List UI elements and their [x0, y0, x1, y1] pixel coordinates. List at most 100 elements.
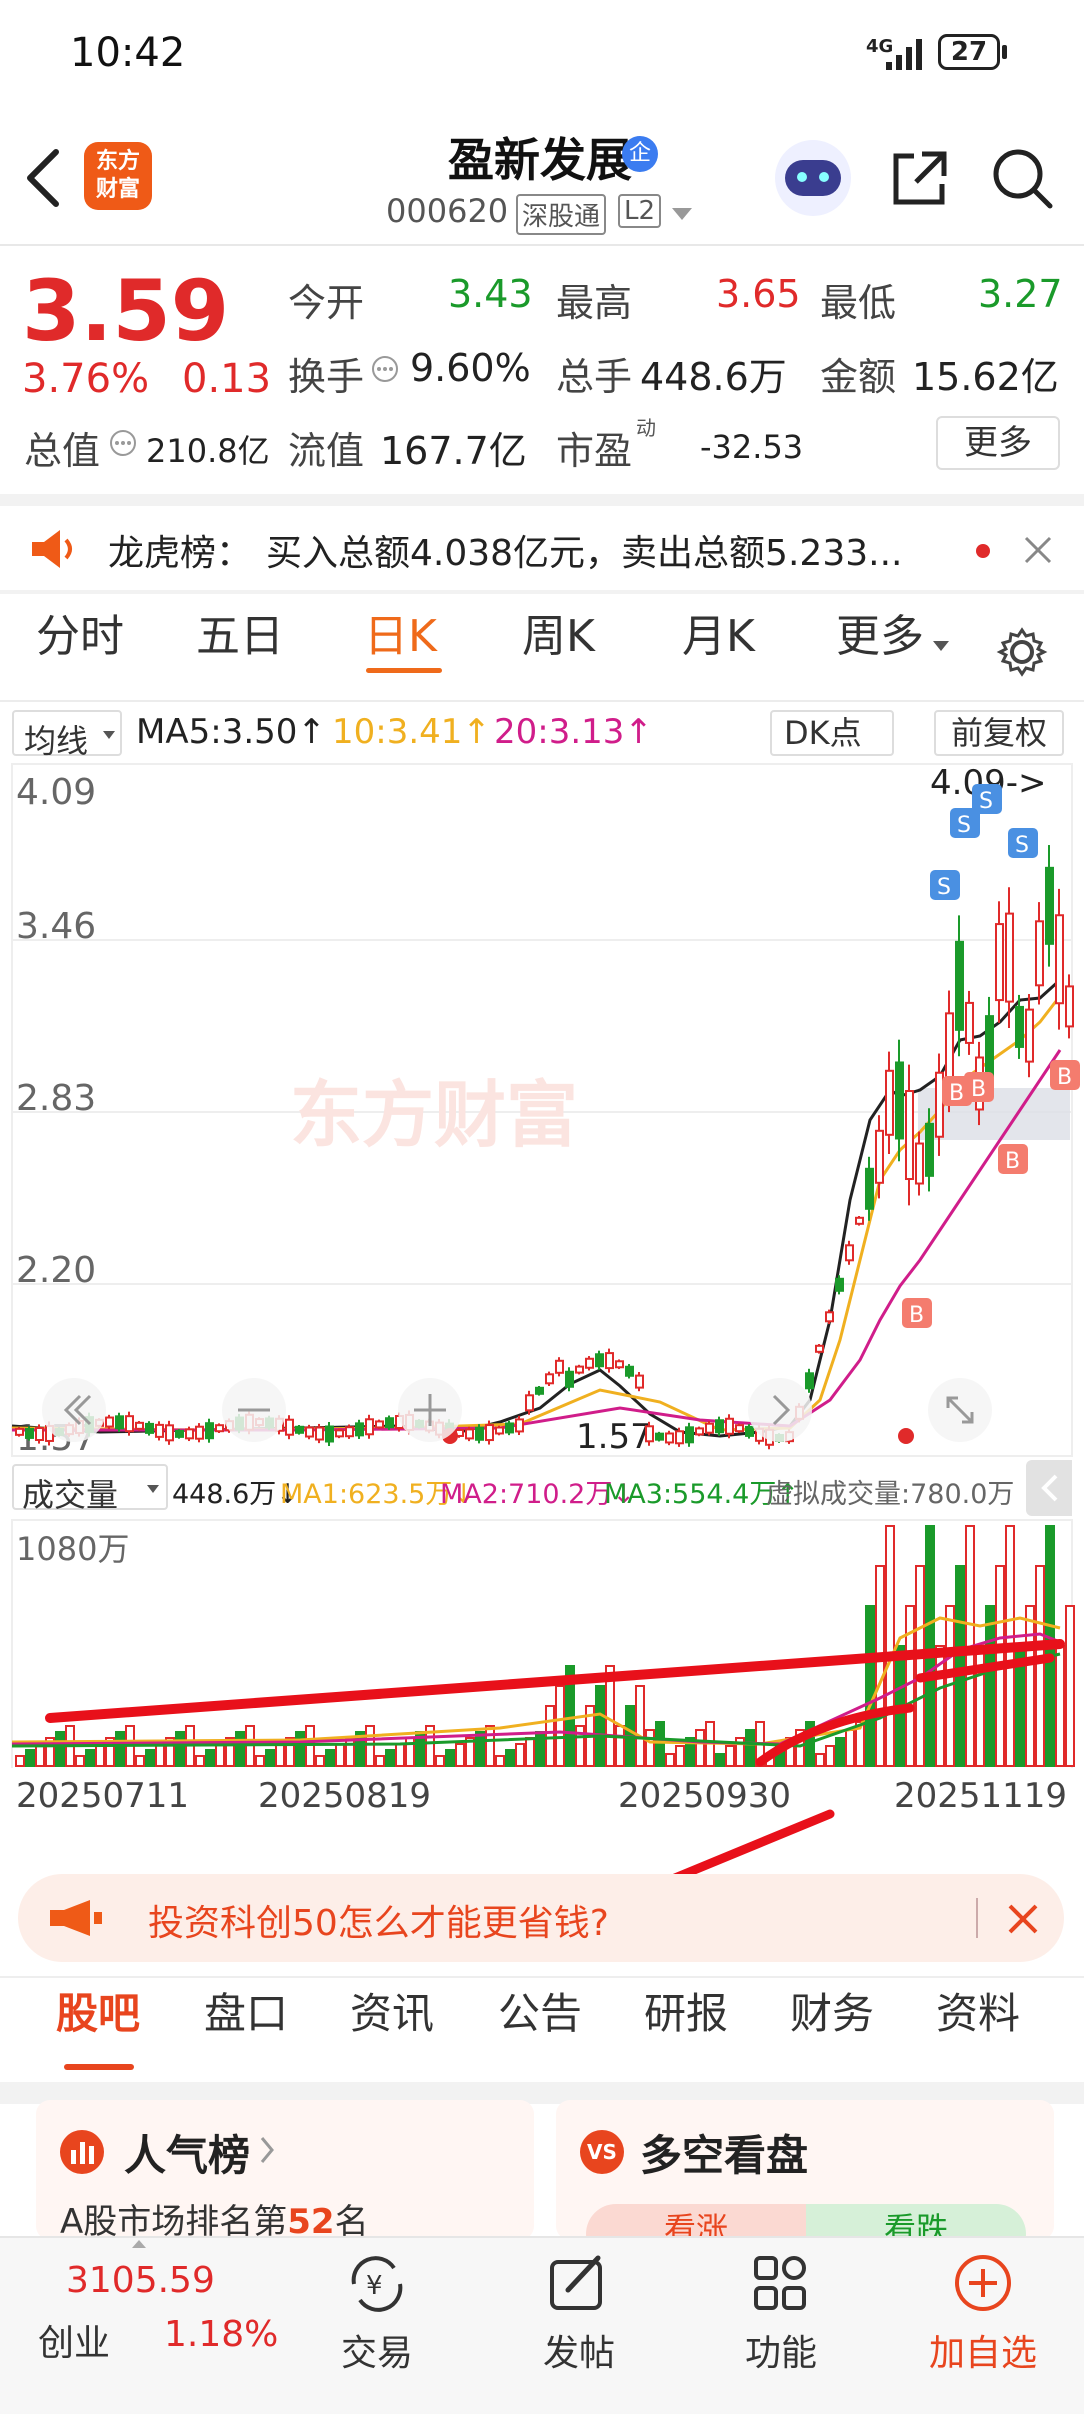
date-axis: 20250711 20250819 20250930 20251119 [0, 1770, 1084, 1840]
volume-bar [455, 1743, 465, 1767]
zoom-in-button[interactable] [398, 1378, 462, 1442]
close-icon[interactable] [1006, 1902, 1040, 1936]
price-tick: 2.83 [16, 1078, 96, 1119]
tab-research[interactable]: 研报 [644, 1980, 728, 2041]
candle-body [485, 1424, 494, 1442]
volume-bar [385, 1749, 395, 1767]
popularity-card[interactable]: 人气榜 A股市场排名第52名 [36, 2100, 534, 2242]
settings-gear-icon[interactable] [996, 626, 1048, 678]
candle-body [935, 1071, 944, 1138]
volume-bar [675, 1745, 685, 1767]
battery-level: 27 [950, 37, 988, 67]
tab-weekly-k[interactable]: 周K [522, 600, 595, 664]
dragon-tiger-notice[interactable]: 龙虎榜： 买入总额4.038亿元，卖出总额5.233... [0, 506, 1084, 590]
tab-forum[interactable]: 股吧 [56, 1980, 140, 2041]
index-value[interactable]: 3105.59 [66, 2260, 215, 2301]
level-tag: L2 [618, 194, 662, 228]
long-short-card[interactable]: VS 多空看盘 看涨 看跌 [556, 2100, 1054, 2240]
candle-body [705, 1422, 714, 1434]
ad-divider [976, 1898, 978, 1938]
logo-text-bottom: 财富 [95, 177, 140, 202]
volume-bar [205, 1749, 215, 1767]
bullish-button[interactable]: 看涨 [586, 2204, 806, 2240]
volume-bar [875, 1565, 885, 1767]
back-icon[interactable] [22, 146, 62, 210]
amount-value: 15.62亿 [912, 355, 1059, 399]
current-price: 3.59 [22, 262, 230, 360]
tabs-divider [0, 700, 1084, 702]
candle-body [155, 1423, 164, 1438]
candle-body [555, 1359, 564, 1374]
close-icon[interactable] [1022, 534, 1054, 566]
dk-point-button[interactable]: DK点 [770, 710, 894, 756]
zoom-out-button[interactable] [222, 1378, 286, 1442]
volume-value: 448.6万 [640, 355, 787, 399]
info-icon[interactable] [370, 354, 400, 384]
tab-intraday[interactable]: 分时 [36, 600, 124, 664]
min-price-label: 1.57 [576, 1417, 652, 1457]
volume-selector[interactable]: 成交量 [12, 1464, 168, 1514]
volume-bar [485, 1725, 495, 1767]
ma-selector[interactable]: 均线 [12, 710, 122, 760]
tab-financials[interactable]: 财务 [790, 1980, 874, 2041]
share-icon[interactable] [888, 146, 952, 210]
volume-bar [475, 1731, 485, 1767]
candle-body [825, 1311, 834, 1323]
post-label[interactable]: 发帖 [504, 2324, 654, 2376]
volume-bar [335, 1743, 345, 1767]
dropdown-icon[interactable] [670, 206, 694, 222]
info-icon[interactable] [108, 428, 138, 458]
more-dropdown-icon[interactable] [932, 640, 950, 652]
candle-body [1055, 914, 1064, 1005]
search-icon[interactable] [990, 146, 1056, 212]
mktcap-label: 总值 [24, 429, 101, 473]
tab-monthly-k[interactable]: 月K [682, 600, 755, 664]
candle-body [385, 1417, 394, 1429]
more-button[interactable]: 更多 [936, 416, 1060, 470]
volume-bar [265, 1749, 275, 1767]
candle-body [625, 1365, 634, 1377]
volume-chart[interactable]: 1080万 [0, 1518, 1084, 1768]
volume-bar [135, 1755, 145, 1767]
tab-daily-k[interactable]: 日K [364, 600, 437, 664]
virtual-volume: 虚拟成交量:780.0万 [766, 1479, 1015, 1510]
trade-label[interactable]: 交易 [302, 2324, 452, 2376]
svg-text:S: S [1015, 833, 1029, 858]
tab-five-day[interactable]: 五日 [196, 600, 284, 664]
assistant-robot-icon[interactable] [775, 140, 851, 216]
candle-body [695, 1427, 704, 1436]
index-caret-icon [132, 2240, 146, 2248]
post-edit-icon[interactable] [546, 2252, 610, 2314]
scroll-right-button[interactable] [748, 1378, 812, 1442]
add-watchlist-label[interactable]: 加自选 [908, 2324, 1058, 2376]
add-watchlist-icon[interactable] [952, 2252, 1014, 2314]
volume-bar [255, 1755, 265, 1767]
volume-bar [145, 1749, 155, 1767]
candle-body [1045, 866, 1054, 945]
fullscreen-icon[interactable] [928, 1378, 992, 1442]
tab-more[interactable]: 更多 [836, 600, 924, 664]
tab-order-book[interactable]: 盘口 [204, 1980, 288, 2041]
functions-label[interactable]: 功能 [706, 2324, 856, 2376]
volume-bar [215, 1743, 225, 1767]
tab-news[interactable]: 资讯 [350, 1980, 434, 2041]
header: 东方 财富 盈新发展 企 000620 深股通 L2 [0, 110, 1084, 245]
tab-announcements[interactable]: 公告 [498, 1980, 582, 2041]
tab-profile[interactable]: 资料 [936, 1980, 1020, 2041]
pe-label: 市盈 [556, 429, 633, 473]
scroll-left-button[interactable] [42, 1378, 106, 1442]
collapse-panel-button[interactable] [1026, 1460, 1072, 1516]
megaphone-icon [50, 1900, 102, 1936]
price-tick: 3.46 [16, 906, 96, 947]
ma20-value: 20:3.13↑ [494, 712, 653, 752]
kline-chart[interactable]: 东方财富 4.09 3.46 2.83 2.20 1.57 4.09-> 1.5… [0, 760, 1084, 1460]
bearish-button[interactable]: 看跌 [806, 2204, 1026, 2240]
ad-banner[interactable]: 投资科创50怎么才能更省钱? [18, 1874, 1064, 1962]
change-amount: 0.13 [182, 356, 272, 402]
float-label: 流值 [288, 429, 365, 473]
adjust-button[interactable]: 前复权 [934, 710, 1064, 756]
trade-yuan-icon[interactable]: ¥ [344, 2254, 410, 2314]
status-bar: 10:42 4G 27 [0, 0, 1084, 110]
functions-grid-icon[interactable] [750, 2252, 812, 2314]
index-name[interactable]: 创业 [38, 2314, 110, 2366]
